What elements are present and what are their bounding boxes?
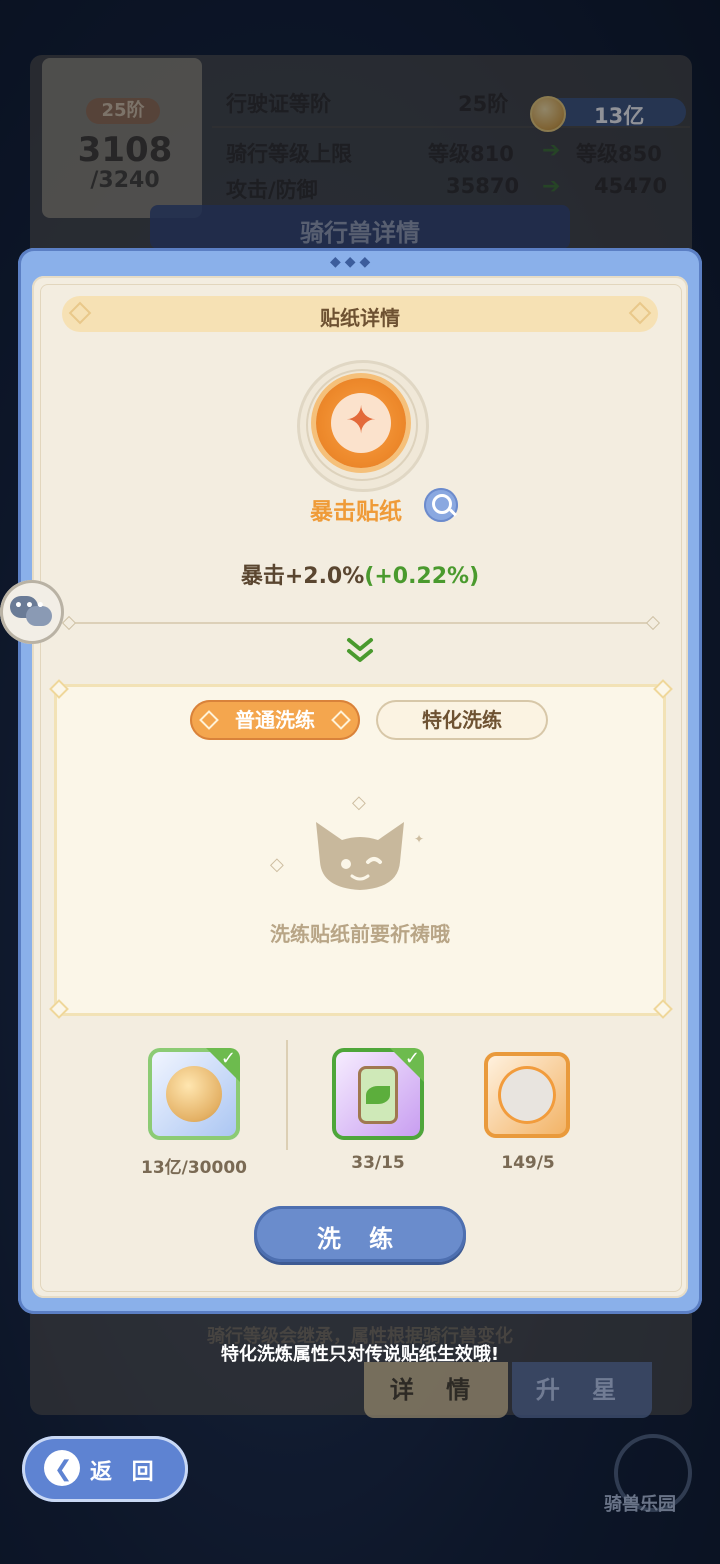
tab-star-up[interactable]: 升 星 [512, 1362, 652, 1418]
chevron-left-icon: ❮ [54, 1457, 73, 1482]
back-label: 返 回 [90, 1460, 160, 1485]
dots-icon: ••• [14, 598, 47, 614]
empty-hint: 洗练贴纸前要祈祷哦 [270, 922, 450, 946]
material-count: 33/15 [351, 1153, 405, 1173]
tab-details[interactable]: 详 情 [364, 1362, 508, 1418]
back-button[interactable]: ❮ 返 回 [22, 1436, 188, 1502]
sticker-stat: 暴击+2.0%(+0.22%) [0, 558, 720, 590]
park-label: 骑兽乐园 [604, 1494, 676, 1515]
sparkle-icon: ✦ [414, 832, 425, 846]
tab-normal-refine[interactable]: 普通洗练 [190, 700, 360, 740]
material-count: 13亿/30000 [140, 1158, 247, 1178]
sparkle-icon: ◇ [352, 792, 366, 813]
stat-base: 暴击+2.0% [240, 564, 365, 589]
tab-special-refine[interactable]: 特化洗练 [376, 700, 548, 740]
dialog-title: 贴纸详情 [320, 306, 400, 330]
section-divider [70, 622, 650, 624]
diamond-ornament-icon [331, 710, 351, 730]
double-chevron-down-icon [347, 638, 373, 662]
refine-button[interactable]: 洗 练 [254, 1206, 466, 1262]
refine-button-label: 洗 练 [316, 1225, 404, 1253]
chat-button[interactable]: ••• [0, 580, 64, 644]
sparkle-icon: ◇ [270, 854, 284, 875]
material-count: 149/5 [501, 1153, 555, 1173]
checkmark-icon: ✓ [220, 1048, 236, 1069]
magnifier-icon [432, 494, 452, 514]
diamond-ornament-icon: ◆◆◆ [330, 254, 375, 270]
material-divider [286, 1040, 288, 1150]
sticker-name: 暴击贴纸 [310, 499, 402, 525]
material-slot-mount[interactable] [484, 1052, 570, 1138]
mount-avatar-icon [498, 1066, 556, 1124]
dialog-title-bar: 贴纸详情 [62, 296, 658, 332]
leaf-icon [366, 1086, 390, 1104]
crit-emblem-icon: ✦ [345, 398, 377, 442]
material-slot-coin[interactable]: ✓ [148, 1048, 240, 1140]
cat-mascot-icon [316, 822, 404, 890]
zoom-button[interactable] [424, 488, 458, 522]
tab-label: 普通洗练 [235, 708, 315, 732]
tab-label: 特化洗练 [422, 708, 502, 732]
material-slot-potion[interactable]: ✓ [332, 1048, 424, 1140]
stat-bonus: (+0.22%) [364, 564, 480, 589]
checkmark-icon: ✓ [404, 1048, 420, 1069]
gold-coin-icon [166, 1066, 222, 1122]
diamond-ornament-icon [199, 710, 219, 730]
